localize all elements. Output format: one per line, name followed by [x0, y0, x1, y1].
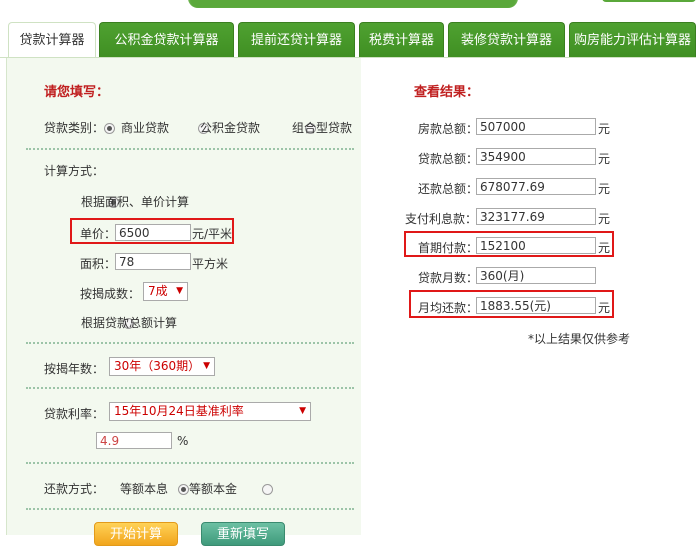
loan-total-unit: 元 [598, 152, 611, 166]
method-total-label[interactable]: 根据贷款总额计算 [81, 314, 177, 331]
rate-value: 15年10月24日基准利率 [114, 404, 244, 418]
method-area-label[interactable]: 根据面积、单价计算 [81, 193, 189, 210]
unit-price-highlight [70, 218, 234, 244]
form-title: 请您填写： [44, 85, 110, 100]
tab-affordability-calculator[interactable]: 购房能力评估计算器 [569, 22, 696, 58]
calc-method-label: 计算方式： [44, 164, 105, 178]
area-input[interactable]: 78 [115, 253, 191, 270]
loan-type-combined-label[interactable]: 组合型贷款 [292, 119, 352, 136]
loan-total-label: 贷款总额： [418, 152, 479, 166]
interest-unit: 元 [598, 212, 611, 226]
rate-label: 贷款利率： [44, 407, 105, 421]
repay-total-label: 还款总额： [418, 182, 479, 196]
dropdown-arrow-icon: ▼ [176, 286, 183, 296]
years-select[interactable]: 30年（360期） ▼ [109, 357, 215, 376]
months-output: 360(月) [476, 267, 596, 284]
dropdown-arrow-icon: ▼ [299, 406, 306, 416]
rate-number-input[interactable]: 4.9 [96, 432, 172, 449]
mortgage-ratio-value: 7成 [148, 284, 168, 298]
loan-type-fund-label[interactable]: 公积金贷款 [200, 119, 260, 136]
repay-equal-principal-label[interactable]: 等额本金 [189, 480, 237, 497]
repay-equal-principal-radio[interactable] [261, 484, 273, 495]
top-right-tab [602, 0, 696, 2]
monthly-payment-highlight [409, 290, 614, 318]
mortgage-ratio-label: 按揭成数： [80, 287, 141, 301]
reset-button[interactable]: 重新填写 [201, 522, 285, 546]
loan-type-commercial-label[interactable]: 商业贷款 [121, 119, 169, 136]
separator [26, 148, 354, 150]
months-label: 贷款月数： [418, 271, 479, 285]
area-label: 面积： [80, 257, 117, 271]
tab-prepayment-calculator[interactable]: 提前还贷计算器 [238, 22, 355, 58]
dropdown-arrow-icon: ▼ [203, 361, 210, 371]
repay-method-label: 还款方式： [44, 482, 105, 496]
tab-tax-calculator[interactable]: 税费计算器 [359, 22, 444, 58]
years-label: 按揭年数： [44, 362, 105, 376]
separator [26, 508, 354, 510]
tab-decoration-loan-calculator[interactable]: 装修贷款计算器 [448, 22, 565, 58]
loan-type-label: 贷款类别： [44, 121, 105, 135]
rate-select[interactable]: 15年10月24日基准利率 ▼ [109, 402, 311, 421]
years-value: 30年（360期） [114, 359, 201, 373]
repay-total-output: 678077.69 [476, 178, 596, 195]
area-unit: 平方米 [192, 257, 229, 271]
separator [26, 387, 354, 389]
loan-type-commercial-radio[interactable] [104, 123, 115, 134]
loan-total-output: 354900 [476, 148, 596, 165]
repay-equal-installment-label[interactable]: 等额本息 [120, 480, 168, 497]
result-title: 查看结果： [414, 85, 480, 100]
house-total-unit: 元 [598, 122, 611, 136]
rate-unit: % [177, 434, 189, 448]
down-payment-highlight [404, 231, 614, 257]
house-total-label: 房款总额： [418, 122, 479, 136]
calculate-button[interactable]: 开始计算 [94, 522, 178, 546]
interest-label: 支付利息款： [405, 212, 478, 226]
separator [26, 342, 354, 344]
separator [26, 462, 354, 464]
interest-output: 323177.69 [476, 208, 596, 225]
tab-loan-calculator[interactable]: 贷款计算器 [8, 22, 96, 60]
tab-fund-loan-calculator[interactable]: 公积金贷款计算器 [99, 22, 234, 58]
mortgage-ratio-select[interactable]: 7成 ▼ [143, 282, 188, 301]
calculator-tabs: 贷款计算器 公积金贷款计算器 提前还贷计算器 税费计算器 装修贷款计算器 购房能… [0, 22, 696, 60]
top-banner [188, 0, 518, 8]
house-total-output: 507000 [476, 118, 596, 135]
result-note: *以上结果仅供参考 [528, 332, 631, 346]
repay-total-unit: 元 [598, 182, 611, 196]
